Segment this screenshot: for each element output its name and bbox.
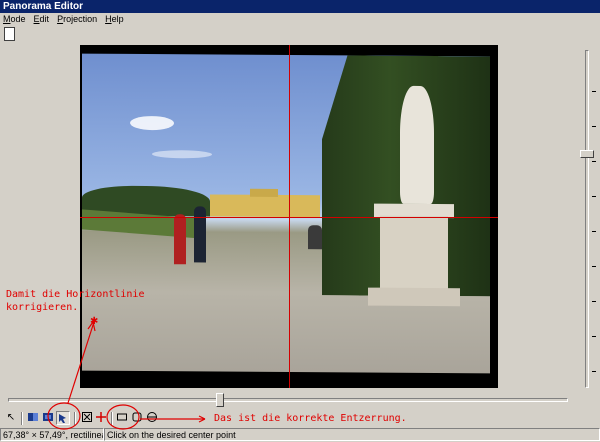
- zoom-fit-icon[interactable]: [80, 411, 94, 425]
- annotation-left-line1: Damit die Horizontlinie: [6, 289, 145, 300]
- status-bar: 67,38° × 57,49°, rectilinear Click on th…: [0, 428, 600, 442]
- preview-toggle-button[interactable]: [4, 27, 15, 41]
- pitch-slider[interactable]: [578, 46, 596, 394]
- pedestal-base: [368, 287, 460, 307]
- cloud: [130, 115, 174, 131]
- panorama-image: [82, 53, 490, 374]
- pedestal: [380, 215, 448, 293]
- crosshair-icon[interactable]: [94, 411, 108, 425]
- fisheye-icon[interactable]: [130, 411, 144, 425]
- menu-edit[interactable]: Edit: [34, 13, 50, 26]
- slider-tick: [592, 301, 596, 302]
- slider-tick: [592, 371, 596, 372]
- pitch-slider-thumb[interactable]: [580, 150, 594, 158]
- toolbar: ↖: [4, 411, 164, 427]
- slider-tick: [592, 336, 596, 337]
- slider-tick: [592, 126, 596, 127]
- statue: [400, 85, 434, 205]
- equirect-icon[interactable]: [145, 411, 159, 425]
- pitch-slider-track[interactable]: [585, 50, 589, 388]
- slider-tick: [592, 231, 596, 232]
- annotation-right: Das ist die korrekte Entzerrung.: [214, 413, 407, 424]
- palace: [210, 194, 320, 218]
- center-tool-icon[interactable]: [26, 411, 40, 425]
- person: [174, 214, 186, 265]
- yaw-slider-thumb[interactable]: [216, 393, 224, 407]
- fov-readout: 67,38° × 57,49°, rectilinear: [0, 428, 104, 441]
- straighten-tool-icon[interactable]: [41, 411, 55, 425]
- pointer-icon[interactable]: ↖: [4, 411, 18, 425]
- rotate-tool-icon[interactable]: [56, 411, 70, 425]
- annotation-arrow: [198, 415, 206, 423]
- window-title: Panorama Editor: [0, 0, 600, 13]
- toolbar-separator: [21, 412, 23, 425]
- panorama-canvas[interactable]: [80, 45, 498, 388]
- toolbar-separator: [111, 412, 113, 425]
- slider-tick: [592, 196, 596, 197]
- vertical-guide-line[interactable]: [289, 45, 290, 388]
- status-message: Click on the desired center point: [104, 428, 600, 441]
- slider-tick: [592, 266, 596, 267]
- menu-bar: Mode Edit Projection Help: [0, 13, 600, 26]
- person: [194, 206, 206, 263]
- cloud: [152, 150, 212, 159]
- toolbar-separator: [74, 412, 76, 425]
- menu-help[interactable]: Help: [105, 13, 124, 26]
- yaw-slider[interactable]: [4, 393, 572, 407]
- slider-tick: [592, 161, 596, 162]
- rectilinear-icon[interactable]: [115, 411, 129, 425]
- slider-tick: [592, 91, 596, 92]
- person: [308, 225, 322, 250]
- menu-mode[interactable]: Mode: [3, 13, 26, 26]
- yaw-slider-track[interactable]: [8, 398, 568, 402]
- annotation-left-line2: korrigieren.: [6, 302, 79, 313]
- menu-projection[interactable]: Projection: [57, 13, 97, 26]
